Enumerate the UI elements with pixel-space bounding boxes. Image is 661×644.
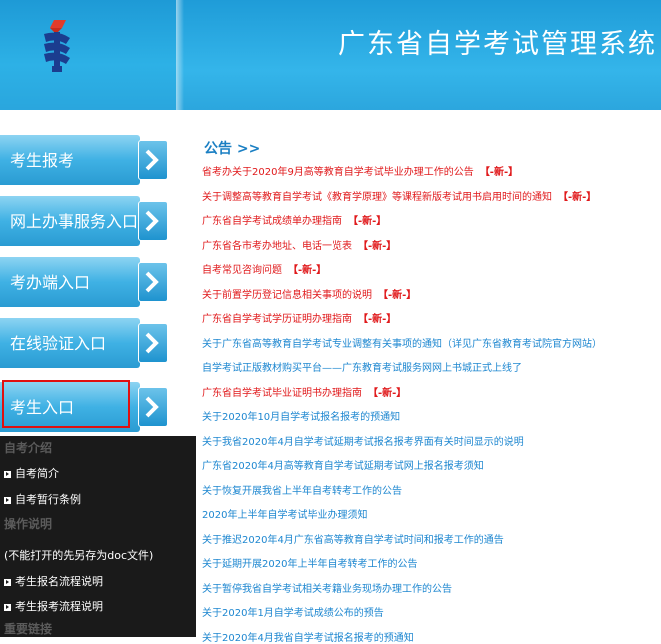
bullet-icon <box>4 470 11 478</box>
notice-item[interactable]: 关于2020年4月我省自学考试报名报考的预通知 <box>202 629 414 644</box>
notice-text: 广东省各市考办地址、电话一览表 <box>202 240 352 252</box>
notice-text: 广东省自学考试学历证明办理指南 <box>202 314 352 325</box>
link-exam-intro[interactable]: 自考简介 <box>4 465 59 481</box>
notice-text: 关于延期开展2020年上半年自考转考工作的公告 <box>202 559 418 570</box>
nav-button-exam-office[interactable]: 考办端入口 <box>0 257 170 307</box>
notice-item[interactable]: 广东省2020年4月高等教育自学考试延期考试网上报名报考须知 <box>202 457 484 472</box>
instructions-note: (不能打开的先另存为doc文件) <box>4 549 154 562</box>
new-badge: 【-新-】 <box>358 314 397 325</box>
notice-heading: 公告 >> <box>204 141 261 157</box>
header-banner: 广东省自学考试管理系统 <box>0 0 661 118</box>
notice-item[interactable]: 关于调整高等教育自学考试《教育学原理》等课程新版考试用书启用时间的通知 【-新-】 <box>202 188 596 203</box>
nav-button-label: 考办端入口 <box>10 273 91 292</box>
notice-item[interactable]: 关于延期开展2020年上半年自考转考工作的公告 <box>202 555 417 570</box>
nav-button-label: 在线验证入口 <box>10 334 107 353</box>
bullet-icon <box>4 603 11 611</box>
notice-text: 2020年上半年自学考试毕业办理须知 <box>202 510 368 521</box>
section-heading-instructions: 操作说明 <box>4 517 53 531</box>
notice-item[interactable]: 关于我省2020年4月自学考试延期考试报名报考界面有关时间显示的说明 <box>202 433 524 448</box>
new-badge: 【-新-】 <box>348 216 387 227</box>
notice-item[interactable]: 关于前置学历登记信息相关事项的说明 【-新-】 <box>202 286 416 301</box>
new-badge: 【-新-】 <box>358 240 397 252</box>
new-badge: 【-新-】 <box>479 167 519 178</box>
link-application-guide[interactable]: 考生报考流程说明 <box>4 598 103 614</box>
notice-item[interactable]: 关于恢复开展我省上半年自考转考工作的公告 <box>202 482 402 497</box>
bullet-icon <box>4 496 11 504</box>
section-heading-intro: 自考介绍 <box>4 441 53 455</box>
nav-button-apply-exam[interactable]: 考生报考 <box>0 135 170 185</box>
new-badge: 【-新-】 <box>558 191 597 203</box>
notice-item[interactable]: 关于2020年1月自学考试成绩公布的预告 <box>202 604 384 619</box>
chevron-right-icon[interactable] <box>138 387 168 427</box>
notice-item[interactable]: 关于2020年10月自学考试报名报考的预通知 <box>202 408 400 423</box>
notice-item[interactable]: 省考办关于2020年9月高等教育自学考试毕业办理工作的公告 【-新-】 <box>202 163 518 178</box>
notice-text: 自学考试正版教材购买平台——广东教育考试服务网网上书城正式上线了 <box>202 363 522 374</box>
notice-text: 关于暂停我省自学考试相关考籍业务现场办理工作的公告 <box>202 583 452 595</box>
notice-text: 关于2020年4月我省自学考试报名报考的预通知 <box>202 632 414 644</box>
notice-text: 广东省自学考试成绩单办理指南 <box>202 216 342 227</box>
nav-button-online-service[interactable]: 网上办事服务入口 <box>0 196 170 246</box>
notice-text: 广东省自学考试毕业证明书办理指南 <box>202 387 362 399</box>
new-badge: 【-新-】 <box>368 387 407 399</box>
sidebar-links-panel: 自考介绍 自考简介 自考暂行条例 操作说明 (不能打开的先另存为doc文件) 考… <box>0 436 196 637</box>
notice-item[interactable]: 2020年上半年自学考试毕业办理须知 <box>202 506 367 521</box>
notice-text: 关于恢复开展我省上半年自考转考工作的公告 <box>202 485 402 497</box>
notice-item[interactable]: 广东省自学考试毕业证明书办理指南 【-新-】 <box>202 384 406 399</box>
section-heading-links: 重要链接 <box>4 622 53 636</box>
notice-item[interactable]: 关于暂停我省自学考试相关考籍业务现场办理工作的公告 <box>202 580 452 595</box>
notice-item[interactable]: 自考常见咨询问题 【-新-】 <box>202 261 326 276</box>
highlight-outline <box>2 380 130 428</box>
new-badge: 【-新-】 <box>378 289 417 301</box>
chevron-right-icon[interactable] <box>138 262 168 302</box>
link-exam-regulations[interactable]: 自考暂行条例 <box>4 491 81 507</box>
sidebar: 考生报考 网上办事服务入口 考办端入口 在线验证入口 考生入口 自考介绍 自考简… <box>0 118 196 637</box>
logo-icon <box>44 20 70 72</box>
bullet-icon <box>4 578 11 586</box>
notice-item[interactable]: 关于广东省高等教育自学考试专业调整有关事项的通知（详见广东省教育考试院官方网站） <box>202 335 602 350</box>
notice-text: 关于2020年1月自学考试成绩公布的预告 <box>202 608 384 619</box>
notice-text: 广东省2020年4月高等教育自学考试延期考试网上报名报考须知 <box>202 461 484 472</box>
link-registration-guide[interactable]: 考生报名流程说明 <box>4 573 103 589</box>
notice-text: 省考办关于2020年9月高等教育自学考试毕业办理工作的公告 <box>202 167 474 178</box>
notice-item[interactable]: 关于推迟2020年4月广东省高等教育自学考试时间和报考工作的通告 <box>202 531 504 546</box>
notice-text: 自考常见咨询问题 <box>202 265 282 276</box>
notice-item[interactable]: 广东省各市考办地址、电话一览表 【-新-】 <box>202 237 396 252</box>
notice-panel: 公告 >> 省考办关于2020年9月高等教育自学考试毕业办理工作的公告 【-新-】… <box>196 118 661 644</box>
notice-item[interactable]: 自学考试正版教材购买平台——广东教育考试服务网网上书城正式上线了 <box>202 359 522 374</box>
nav-button-candidate-login[interactable]: 考生入口 <box>0 380 170 432</box>
chevron-right-icon[interactable] <box>138 140 168 180</box>
notice-item[interactable]: 广东省自学考试成绩单办理指南 【-新-】 <box>202 212 386 227</box>
notice-text: 关于2020年10月自学考试报名报考的预通知 <box>202 412 401 423</box>
chevron-right-icon[interactable] <box>138 201 168 241</box>
chevron-right-icon[interactable] <box>138 323 168 363</box>
notice-text: 关于前置学历登记信息相关事项的说明 <box>202 289 372 301</box>
new-badge: 【-新-】 <box>288 265 327 276</box>
nav-button-online-verify[interactable]: 在线验证入口 <box>0 318 170 368</box>
notice-text: 关于我省2020年4月自学考试延期考试报名报考界面有关时间显示的说明 <box>202 436 524 448</box>
nav-button-label: 网上办事服务入口 <box>10 212 139 231</box>
notice-text: 关于推迟2020年4月广东省高等教育自学考试时间和报考工作的通告 <box>202 534 504 546</box>
site-title: 广东省自学考试管理系统 <box>338 29 657 60</box>
nav-button-label: 考生报考 <box>10 151 75 170</box>
notice-text: 关于广东省高等教育自学考试专业调整有关事项的通知（详见广东省教育考试院官方网站） <box>202 338 602 350</box>
notice-text: 关于调整高等教育自学考试《教育学原理》等课程新版考试用书启用时间的通知 <box>202 191 552 203</box>
notice-item[interactable]: 广东省自学考试学历证明办理指南 【-新-】 <box>202 310 396 325</box>
